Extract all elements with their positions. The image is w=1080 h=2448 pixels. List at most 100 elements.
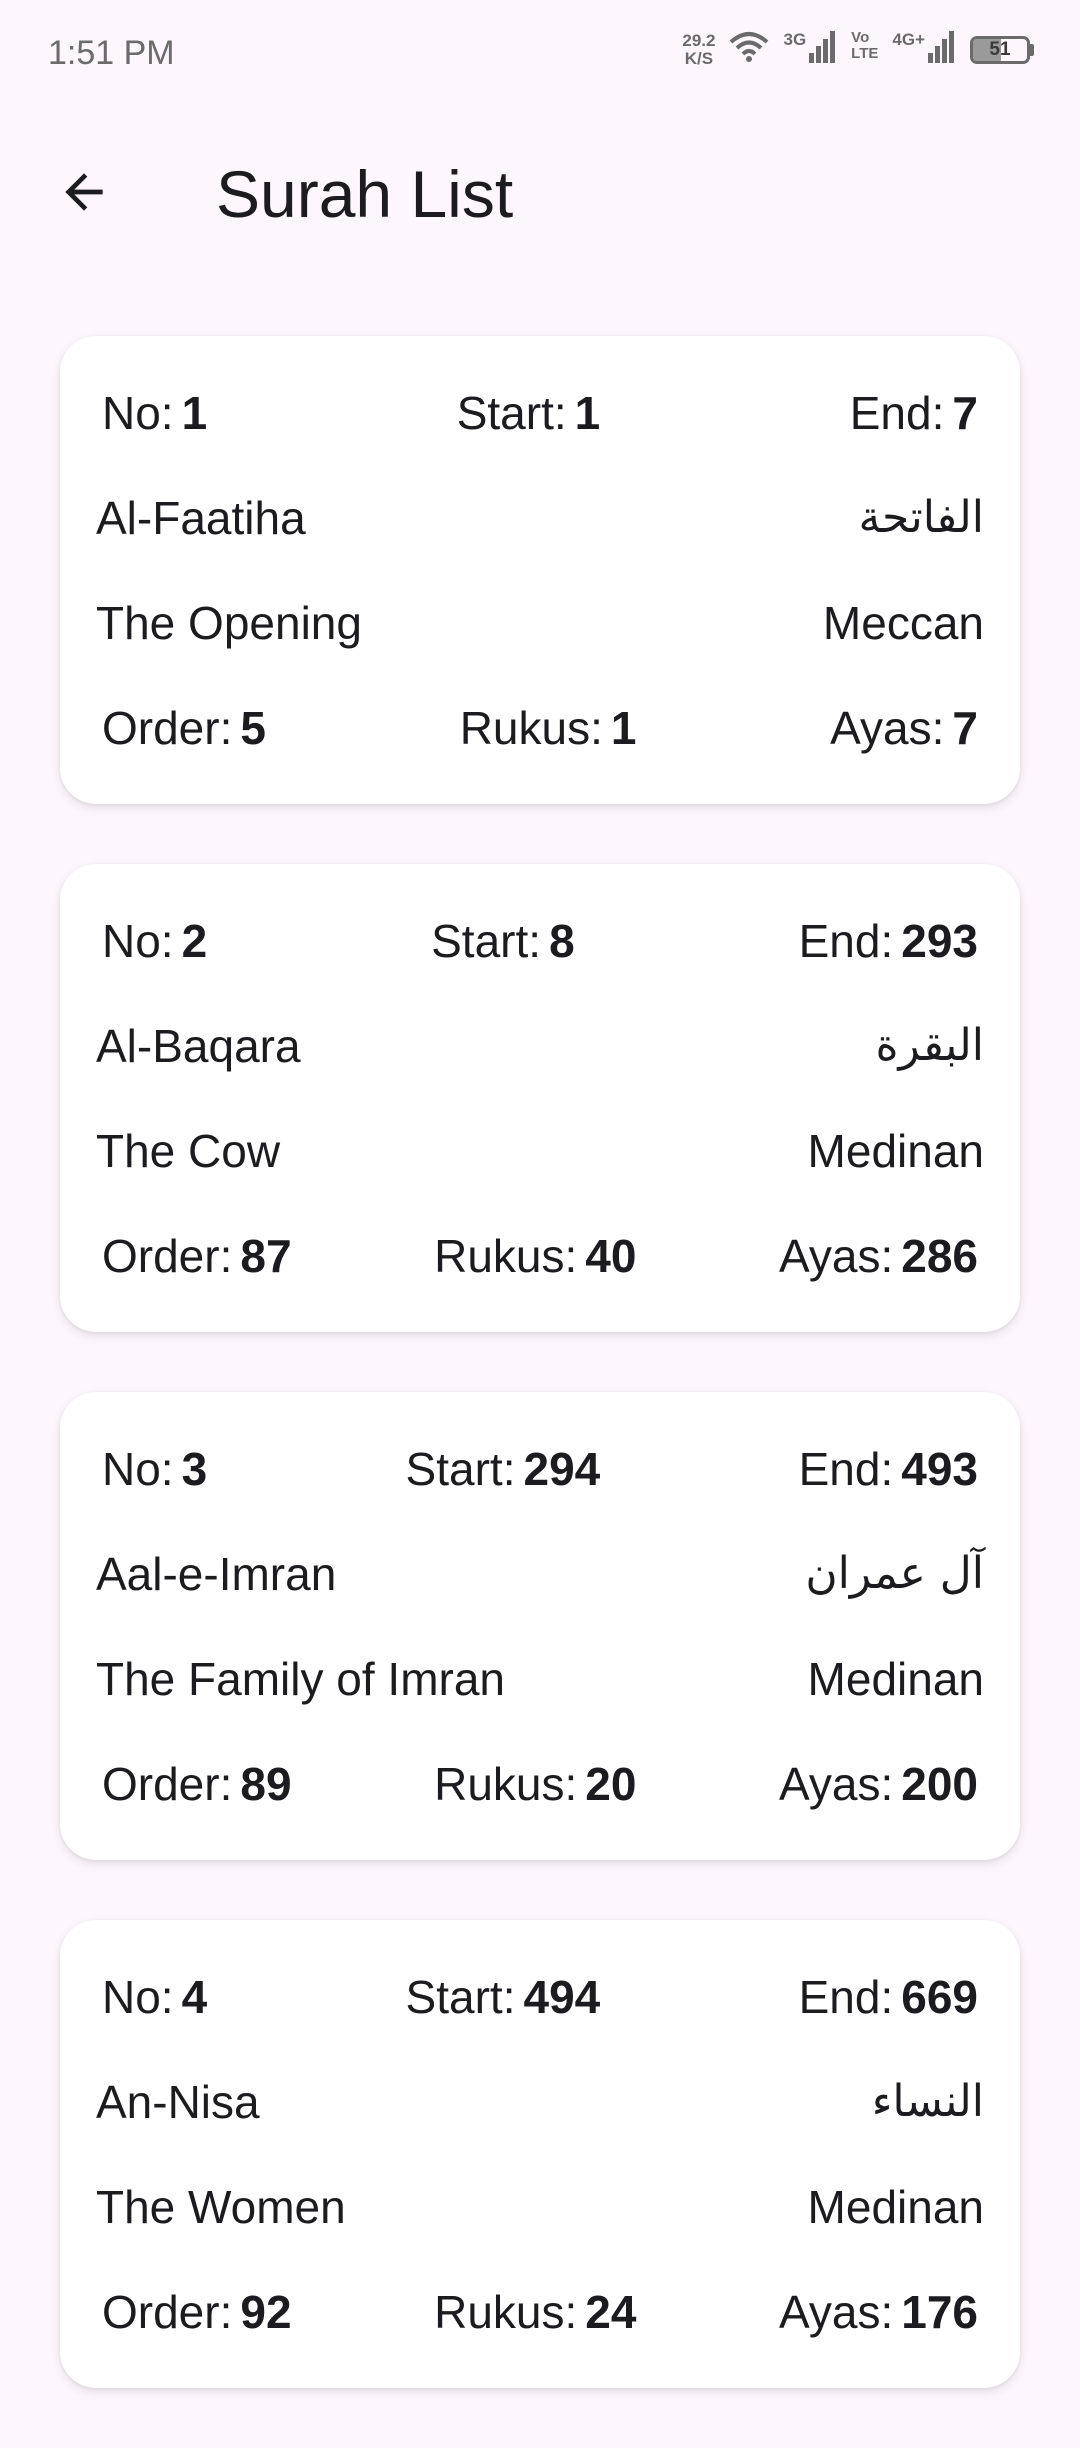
volte-top: Vo xyxy=(851,29,870,46)
end-label: End: xyxy=(798,1442,894,1495)
surah-stats-row: Order: 87 Rukus: 40 Ayas: 286 xyxy=(96,1203,984,1308)
number-value: 4 xyxy=(181,1970,208,2023)
signal-bars-icon xyxy=(809,31,837,68)
ayas-label: Ayas: xyxy=(830,701,945,754)
end-label: End: xyxy=(798,914,894,967)
surah-name-english: An-Nisa xyxy=(96,2075,260,2128)
surah-ayas: Ayas: 200 xyxy=(773,1757,984,1811)
surah-meaning: The Opening xyxy=(96,596,362,649)
surah-end: End: 669 xyxy=(793,1970,984,2024)
start-value: 1 xyxy=(574,386,601,439)
signal-4g: 4G+ xyxy=(892,31,956,68)
volte-badge: Vo LTE xyxy=(851,30,878,62)
surah-card[interactable]: No: 2 Start: 8 End: 293 Al-Baqara البقرة… xyxy=(60,864,1020,1332)
order-value: 89 xyxy=(240,1757,292,1810)
battery-icon: 51 xyxy=(970,35,1034,64)
ayas-label: Ayas: xyxy=(779,1229,894,1282)
network-speed-value: 29.2 xyxy=(682,30,716,50)
ayas-value: 176 xyxy=(901,2285,978,2338)
surah-rukus: Rukus: 20 xyxy=(428,1757,642,1811)
surah-order: Order: 5 xyxy=(96,701,272,755)
end-label: End: xyxy=(849,386,945,439)
start-value: 494 xyxy=(523,1970,601,2023)
ayas-value: 286 xyxy=(901,1229,978,1282)
surah-meaning-row: The Family of Imran Medinan xyxy=(96,1626,984,1731)
wifi-icon xyxy=(729,30,769,69)
surah-number: No: 3 xyxy=(96,1442,213,1496)
revelation-type: Meccan xyxy=(822,596,984,649)
start-label: Start: xyxy=(405,1970,516,2023)
surah-meaning-row: The Cow Medinan xyxy=(96,1098,984,1203)
surah-order: Order: 87 xyxy=(96,1229,298,1283)
surah-range-row: No: 2 Start: 8 End: 293 xyxy=(96,888,984,993)
surah-order: Order: 89 xyxy=(96,1757,298,1811)
number-label: No: xyxy=(102,386,174,439)
rukus-value: 24 xyxy=(585,2285,637,2338)
start-label: Start: xyxy=(405,1442,516,1495)
surah-rukus: Rukus: 1 xyxy=(454,701,643,755)
surah-end: End: 293 xyxy=(793,914,984,968)
app-bar: Surah List xyxy=(0,110,1080,270)
surah-name-arabic: البقرة xyxy=(875,1020,985,1071)
surah-start: Start: 8 xyxy=(425,914,581,968)
revelation-type: Medinan xyxy=(807,1124,984,1177)
surah-card[interactable]: No: 1 Start: 1 End: 7 Al-Faatiha الفاتحة… xyxy=(60,336,1020,804)
surah-rukus: Rukus: 40 xyxy=(428,1229,642,1283)
back-button[interactable] xyxy=(36,146,132,242)
revelation-type: Medinan xyxy=(807,1652,984,1705)
surah-name-row: Aal-e-Imran آل عمران xyxy=(96,1521,984,1626)
surah-name-english: Al-Faatiha xyxy=(96,491,306,544)
status-icons: 29.2 K/S 3G Vo LTE 4G+ 51 xyxy=(682,30,1034,69)
surah-name-arabic: آل عمران xyxy=(805,1548,984,1599)
surah-card[interactable]: No: 3 Start: 294 End: 493 Aal-e-Imran آل… xyxy=(60,1392,1020,1860)
ayas-label: Ayas: xyxy=(779,2285,894,2338)
ayas-label: Ayas: xyxy=(779,1757,894,1810)
rukus-value: 1 xyxy=(610,701,637,754)
end-label: End: xyxy=(798,1970,894,2023)
number-value: 2 xyxy=(181,914,208,967)
start-label: Start: xyxy=(456,386,567,439)
network-speed: 29.2 K/S xyxy=(682,30,716,68)
order-label: Order: xyxy=(102,701,233,754)
surah-name-english: Aal-e-Imran xyxy=(96,1547,337,1600)
start-label: Start: xyxy=(431,914,542,967)
network-4g-label: 4G+ xyxy=(892,30,925,49)
surah-meaning-row: The Women Medinan xyxy=(96,2154,984,2259)
surah-range-row: No: 1 Start: 1 End: 7 xyxy=(96,360,984,465)
order-value: 5 xyxy=(240,701,266,754)
end-value: 669 xyxy=(901,1970,978,2023)
surah-meaning: The Cow xyxy=(96,1124,281,1177)
order-label: Order: xyxy=(102,2285,233,2338)
surah-ayas: Ayas: 176 xyxy=(773,2285,984,2339)
surah-rukus: Rukus: 24 xyxy=(428,2285,642,2339)
start-value: 8 xyxy=(549,914,575,967)
surah-name-row: An-Nisa النساء xyxy=(96,2049,984,2154)
surah-stats-row: Order: 92 Rukus: 24 Ayas: 176 xyxy=(96,2259,984,2364)
surah-card[interactable]: No: 4 Start: 494 End: 669 An-Nisa النساء… xyxy=(60,1920,1020,2388)
rukus-value: 20 xyxy=(585,1757,637,1810)
surah-stats-row: Order: 5 Rukus: 1 Ayas: 7 xyxy=(96,675,984,780)
surah-start: Start: 294 xyxy=(400,1442,607,1496)
number-label: No: xyxy=(102,1442,174,1495)
surah-name-english: Al-Baqara xyxy=(96,1019,301,1072)
rukus-value: 40 xyxy=(585,1229,637,1282)
surah-list[interactable]: No: 1 Start: 1 End: 7 Al-Faatiha الفاتحة… xyxy=(60,336,1020,2448)
end-value: 493 xyxy=(901,1442,978,1495)
network-3g-label: 3G xyxy=(783,30,807,49)
end-value: 293 xyxy=(901,914,978,967)
order-value: 92 xyxy=(240,2285,292,2338)
surah-number: No: 2 xyxy=(96,914,213,968)
surah-end: End: 7 xyxy=(844,386,984,440)
signal-bars-icon xyxy=(928,31,956,68)
end-value: 7 xyxy=(952,386,978,439)
rukus-label: Rukus: xyxy=(434,2285,578,2338)
number-label: No: xyxy=(102,1970,174,2023)
arrow-back-icon xyxy=(56,164,112,225)
rukus-label: Rukus: xyxy=(459,701,603,754)
surah-meaning: The Women xyxy=(96,2180,346,2233)
network-speed-unit: K/S xyxy=(684,48,714,68)
surah-stats-row: Order: 89 Rukus: 20 Ayas: 200 xyxy=(96,1731,984,1836)
surah-range-row: No: 4 Start: 494 End: 669 xyxy=(96,1944,984,2049)
surah-name-row: Al-Faatiha الفاتحة xyxy=(96,465,984,570)
rukus-label: Rukus: xyxy=(434,1757,578,1810)
